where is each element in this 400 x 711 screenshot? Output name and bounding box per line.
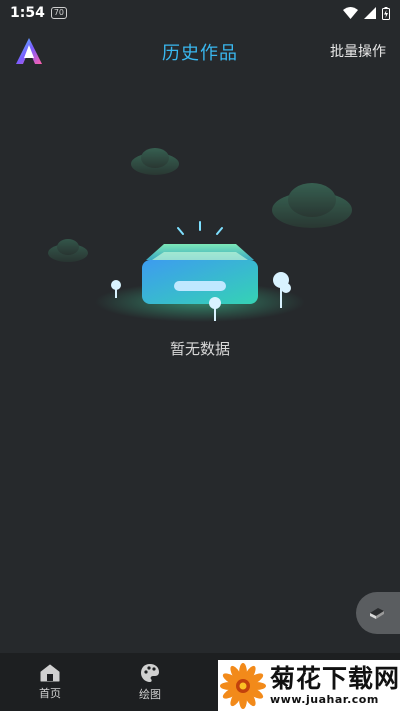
batch-action-button[interactable]: 批量操作 (330, 41, 386, 61)
palette-icon (141, 663, 159, 682)
book-icon (370, 608, 384, 619)
signal-icon (364, 7, 376, 19)
nav-label-home: 首页 (39, 686, 61, 700)
empty-state-message: 暂无数据 (169, 340, 230, 358)
status-left: 1:54 70 (10, 5, 68, 21)
wifi-icon (343, 7, 358, 19)
status-bar: 1:54 70 (0, 0, 400, 26)
home-icon (40, 664, 60, 681)
watermark-url: www.juahar.com (270, 692, 379, 706)
flower-logo-icon (220, 662, 266, 709)
watermark-text: 菊花下载网 www.juahar.com (270, 663, 400, 707)
cloud-icon (131, 148, 179, 175)
app-screen: 1:54 70 历史作品 批量操作 暂无数据 首页 绘图 菊花下载网 www.j… (0, 0, 400, 711)
watermark: 菊花下载网 www.juahar.com (218, 660, 400, 711)
nav-label-draw: 绘图 (139, 687, 161, 701)
cloud-icon (272, 183, 352, 228)
status-right (343, 6, 390, 20)
status-time: 1:54 (10, 5, 45, 21)
nav-item-home[interactable]: 首页 (0, 653, 100, 711)
notification-badge: 70 (50, 7, 68, 19)
app-header: 历史作品 批量操作 (0, 26, 400, 76)
cloud-icon (48, 239, 88, 262)
nav-item-draw[interactable]: 绘图 (100, 653, 200, 711)
empty-state-illustration (48, 148, 352, 322)
floating-action-button[interactable] (356, 592, 400, 634)
battery-icon (382, 6, 390, 20)
watermark-title: 菊花下载网 (270, 663, 400, 693)
